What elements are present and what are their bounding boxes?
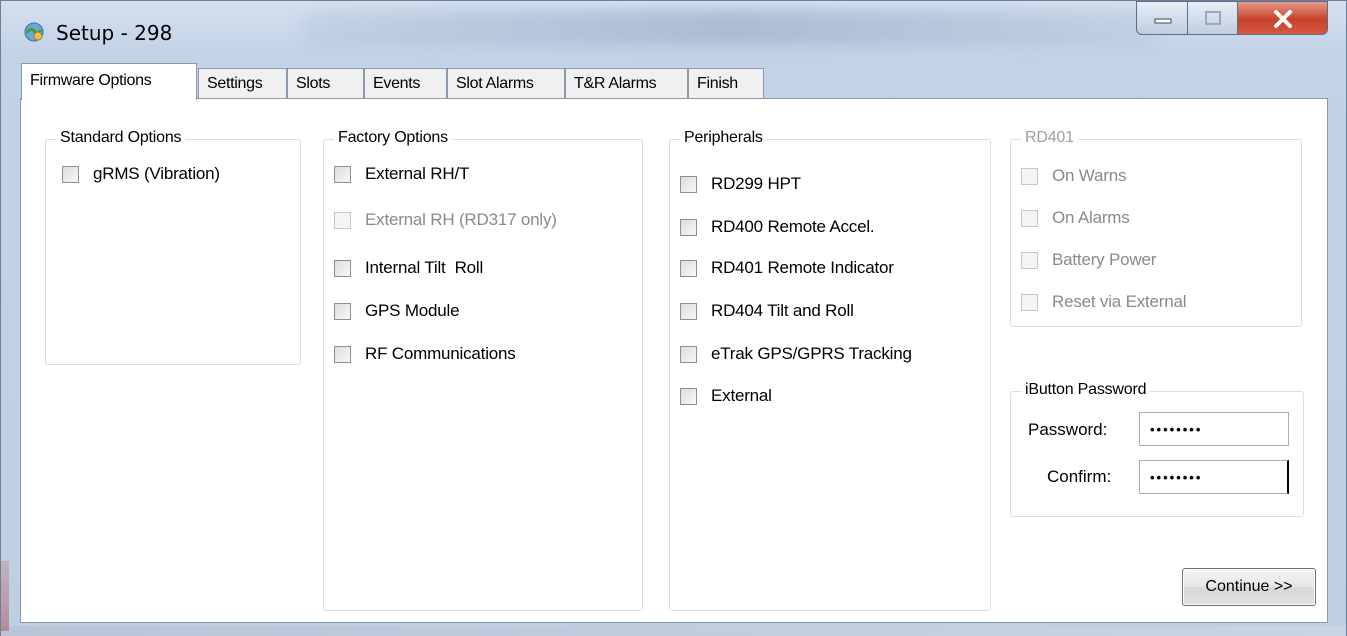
checkbox-box[interactable] bbox=[680, 175, 697, 193]
checkbox-external-rh-rd317: External RH (RD317 only) bbox=[334, 210, 557, 230]
standard-options-title: Standard Options bbox=[56, 129, 186, 147]
checkbox-label: gRMS (Vibration) bbox=[93, 164, 220, 183]
app-icon bbox=[24, 22, 44, 42]
checkbox-rd404-tilt-roll[interactable]: RD404 Tilt and Roll bbox=[680, 301, 854, 321]
checkbox-label: Reset via External bbox=[1052, 292, 1187, 311]
checkbox-label: RD299 HPT bbox=[711, 174, 801, 193]
maximize-icon bbox=[1205, 11, 1221, 25]
firmware-options-panel: Standard Options gRMS (Vibration) Factor… bbox=[20, 98, 1328, 623]
tab-firmware-options[interactable]: Firmware Options bbox=[21, 63, 197, 100]
checkbox-box[interactable] bbox=[680, 218, 697, 236]
tab-tr-alarms[interactable]: T&R Alarms bbox=[565, 68, 688, 98]
rd401-group: RD401 On Warns On Alarms Battery Power R… bbox=[1010, 129, 1302, 327]
checkbox-battery-power: Battery Power bbox=[1021, 250, 1156, 270]
checkbox-label: On Alarms bbox=[1052, 208, 1130, 227]
tab-slots[interactable]: Slots bbox=[287, 68, 364, 98]
factory-options-group: Factory Options External RH/T External R… bbox=[323, 129, 643, 611]
checkbox-internal-tilt-roll[interactable]: Internal Tilt Roll bbox=[334, 258, 483, 278]
checkbox-box[interactable] bbox=[680, 345, 697, 363]
checkbox-box[interactable] bbox=[334, 345, 351, 363]
checkbox-rd299-hpt[interactable]: RD299 HPT bbox=[680, 174, 801, 194]
setup-window: Setup - 298 Firmware Options Settings Sl… bbox=[0, 0, 1347, 636]
password-label: Password: bbox=[1028, 420, 1108, 439]
tab-settings[interactable]: Settings bbox=[198, 68, 287, 98]
checkbox-box[interactable] bbox=[680, 387, 697, 405]
checkbox-box bbox=[1021, 167, 1038, 185]
tab-events[interactable]: Events bbox=[364, 68, 447, 98]
peripherals-title: Peripherals bbox=[680, 129, 767, 147]
ibutton-password-title: iButton Password bbox=[1021, 381, 1151, 399]
checkbox-rf-communications[interactable]: RF Communications bbox=[334, 344, 516, 364]
checkbox-label: Battery Power bbox=[1052, 250, 1157, 269]
minimize-icon bbox=[1154, 18, 1172, 24]
checkbox-gps-module[interactable]: GPS Module bbox=[334, 301, 460, 321]
checkbox-box[interactable] bbox=[334, 165, 351, 183]
checkbox-box[interactable] bbox=[680, 259, 697, 277]
checkbox-on-warns: On Warns bbox=[1021, 166, 1126, 186]
checkbox-external-rht[interactable]: External RH/T bbox=[334, 164, 469, 184]
title-bar[interactable]: Setup - 298 bbox=[1, 1, 1346, 63]
background-artifact bbox=[1, 561, 9, 631]
confirm-label: Confirm: bbox=[1047, 467, 1112, 486]
checkbox-label: RF Communications bbox=[365, 344, 516, 363]
peripherals-group: Peripherals RD299 HPT RD400 Remote Accel… bbox=[669, 129, 991, 611]
checkbox-box[interactable] bbox=[334, 259, 351, 277]
checkbox-label: RD400 Remote Accel. bbox=[711, 217, 875, 236]
password-field[interactable]: •••••••• bbox=[1139, 412, 1289, 446]
checkbox-grms-vibration[interactable]: gRMS (Vibration) bbox=[62, 164, 220, 184]
checkbox-box[interactable] bbox=[680, 302, 697, 320]
minimize-button[interactable] bbox=[1136, 1, 1188, 35]
close-button[interactable] bbox=[1238, 1, 1328, 35]
checkbox-etrak-gps-gprs[interactable]: eTrak GPS/GPRS Tracking bbox=[680, 344, 912, 364]
checkbox-label: GPS Module bbox=[365, 301, 460, 320]
checkbox-label: External bbox=[711, 386, 772, 405]
checkbox-label: Internal Tilt Roll bbox=[365, 258, 484, 277]
rd401-title: RD401 bbox=[1021, 129, 1078, 147]
tab-slot-alarms[interactable]: Slot Alarms bbox=[447, 68, 565, 98]
checkbox-label: On Warns bbox=[1052, 166, 1127, 185]
checkbox-reset-via-external: Reset via External bbox=[1021, 292, 1187, 312]
ibutton-password-group: iButton Password Password: •••••••• Conf… bbox=[1010, 381, 1304, 517]
window-bottom-border bbox=[1, 626, 1346, 636]
blurred-background-text bbox=[301, 9, 1161, 45]
checkbox-rd401-remote-indicator[interactable]: RD401 Remote Indicator bbox=[680, 258, 894, 278]
checkbox-label: RD401 Remote Indicator bbox=[711, 258, 894, 277]
checkbox-label: External RH/T bbox=[365, 164, 470, 183]
continue-button[interactable]: Continue >> bbox=[1182, 568, 1316, 606]
checkbox-box bbox=[1021, 251, 1038, 269]
checkbox-label: RD404 Tilt and Roll bbox=[711, 301, 854, 320]
confirm-password-field[interactable]: •••••••• bbox=[1139, 460, 1289, 494]
checkbox-box[interactable] bbox=[62, 165, 79, 183]
factory-options-title: Factory Options bbox=[334, 129, 452, 147]
checkbox-label: External RH (RD317 only) bbox=[365, 210, 557, 229]
checkbox-box bbox=[334, 211, 351, 229]
maximize-button[interactable] bbox=[1188, 1, 1238, 35]
checkbox-box bbox=[1021, 293, 1038, 311]
tab-finish[interactable]: Finish bbox=[688, 68, 764, 98]
checkbox-on-alarms: On Alarms bbox=[1021, 208, 1130, 228]
close-icon bbox=[1274, 10, 1292, 28]
checkbox-box[interactable] bbox=[334, 302, 351, 320]
checkbox-rd400-remote-accel[interactable]: RD400 Remote Accel. bbox=[680, 217, 875, 237]
checkbox-label: eTrak GPS/GPRS Tracking bbox=[711, 344, 912, 363]
checkbox-box bbox=[1021, 209, 1038, 227]
standard-options-group: Standard Options gRMS (Vibration) bbox=[45, 129, 301, 365]
window-title: Setup - 298 bbox=[56, 21, 173, 45]
checkbox-external[interactable]: External bbox=[680, 386, 772, 406]
